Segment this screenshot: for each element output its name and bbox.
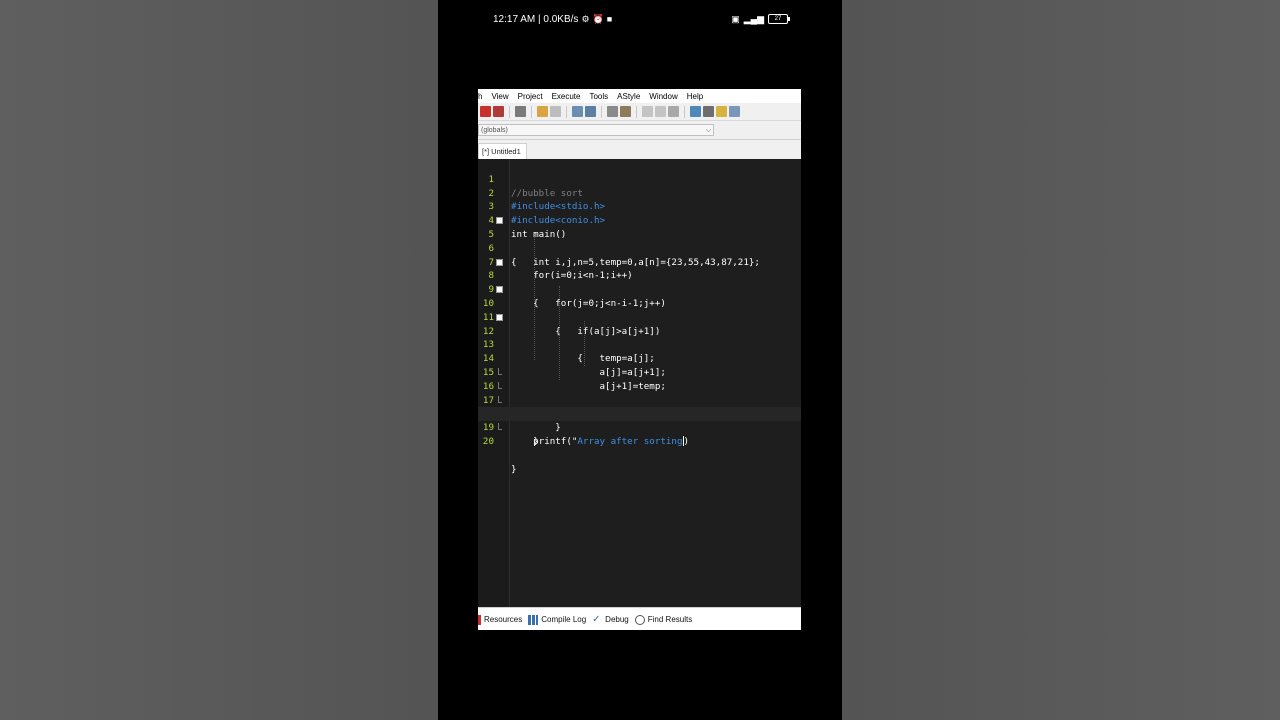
tab-compile-log[interactable]: Compile Log: [528, 614, 587, 625]
close-all-icon[interactable]: [493, 106, 504, 117]
toolbar-divider: [636, 105, 637, 118]
fold-toggle-icon[interactable]: [496, 313, 503, 321]
back-icon[interactable]: [642, 106, 653, 117]
new-project-icon[interactable]: [690, 106, 701, 117]
tab-untitled1[interactable]: [*] Untitled1: [478, 143, 527, 160]
fold-end-marker: [498, 423, 502, 431]
unindent-icon[interactable]: [620, 106, 631, 117]
tab-compile-log-label: Compile Log: [541, 615, 587, 624]
menu-bar: h View Project Execute Tools AStyle Wind…: [478, 89, 801, 103]
code-line: 4 int main(): [478, 200, 801, 240]
code-line: 11 if(a[j]>a[j+1]): [478, 297, 801, 337]
sim-icon: ▣: [731, 14, 740, 24]
fold-toggle-icon[interactable]: [496, 286, 503, 294]
fold-end-marker: [498, 395, 502, 403]
class-browser-icon[interactable]: [716, 106, 727, 117]
toolbar-divider: [601, 105, 602, 118]
battery-icon: 27: [768, 14, 790, 24]
code-line: 17 }: [478, 380, 801, 433]
tab-resources[interactable]: Resources: [478, 614, 523, 625]
code-line: 12 {: [478, 311, 801, 364]
code-line: 14 a[j]=a[j+1];: [478, 338, 801, 378]
fold-end-marker: [498, 368, 502, 375]
window-icon[interactable]: [703, 106, 714, 117]
editor-tab-bar: [*] Untitled1: [478, 140, 801, 161]
print-icon[interactable]: [515, 106, 526, 117]
close-file-icon[interactable]: [480, 106, 491, 117]
code-line: 18 }: [478, 394, 801, 447]
bookmark-icon[interactable]: [668, 106, 679, 117]
blurred-background-left: [0, 0, 438, 720]
string-literal: Array after sorting: [577, 435, 683, 447]
tab-debug-label: Debug: [605, 615, 629, 624]
search-icon: [634, 614, 645, 625]
toolbar-divider: [509, 105, 510, 118]
indent-icon[interactable]: [607, 106, 618, 117]
menu-item-astyle[interactable]: AStyle: [617, 92, 640, 101]
menu-item-tools[interactable]: Tools: [589, 92, 608, 101]
line-number: 20: [482, 435, 494, 447]
code-text: printf("Array after sorting): [511, 435, 689, 449]
code-editor[interactable]: 1 //bubble sort 2 #include<stdio.h> 3 #i…: [478, 159, 801, 607]
code-line: 3 #include<conio.h>: [478, 187, 801, 226]
resources-icon: [478, 614, 481, 625]
fold-end-marker: [498, 381, 502, 389]
layout-icon[interactable]: [729, 106, 740, 117]
tab-find-results-label: Find Results: [647, 615, 693, 624]
code-line: 7 for(i=0;i<n-1;i++): [478, 242, 801, 282]
toolbar-divider: [684, 105, 685, 118]
code-line: 1 //bubble sort: [478, 159, 801, 199]
current-code-line: 19 printf("Array after sorting): [478, 407, 801, 447]
blurred-background-right: [842, 0, 1280, 720]
menu-item-search[interactable]: h: [478, 92, 482, 101]
dev-cpp-window: h View Project Execute Tools AStyle Wind…: [478, 89, 801, 630]
alarm-icon: ⏰: [592, 14, 604, 24]
video-record-icon: ■: [606, 14, 613, 24]
code-text: }: [511, 463, 517, 475]
toolbar-divider: [531, 105, 532, 118]
redo-icon[interactable]: [550, 106, 561, 117]
chart-icon: [528, 614, 539, 625]
code-line: 8 {: [478, 256, 801, 309]
code-line: 2 #include<stdio.h>: [478, 173, 801, 213]
code-line: 13 temp=a[j];: [478, 325, 801, 364]
forward-icon[interactable]: [655, 106, 666, 117]
menu-item-execute[interactable]: Execute: [552, 92, 581, 101]
code-line: 5 {: [478, 214, 801, 268]
menu-item-view[interactable]: View: [491, 92, 508, 101]
code-line: 6 int i,j,n=5,temp=0,a[n]={23,55,43,87,2…: [478, 228, 801, 268]
scope-select-value: (globals): [481, 127, 508, 134]
replace-icon[interactable]: [585, 106, 596, 117]
phone-screen: 12:17 AM | 0.0KB/s ⚙ ⏰ ■ ▣ ▂▄▆ 27 h View…: [438, 0, 842, 720]
signal-icon: ▂▄▆: [743, 14, 764, 24]
code-line: 15 a[j+1]=temp;: [478, 352, 801, 392]
tab-find-results[interactable]: Find Results: [634, 614, 693, 625]
toolbar-divider: [566, 105, 567, 118]
check-icon: ✓: [592, 613, 601, 625]
code-line: 10 {: [478, 283, 801, 337]
closing-paren: ): [683, 435, 690, 447]
menu-item-project[interactable]: Project: [518, 92, 543, 101]
code-line: 16 }: [478, 366, 801, 419]
scope-bar: (globals) ⌵: [478, 121, 801, 140]
status-bar: 12:17 AM | 0.0KB/s ⚙ ⏰ ■ ▣ ▂▄▆ 27: [438, 10, 842, 28]
status-time: 12:17 AM | 0.0KB/s: [493, 13, 579, 25]
fold-toggle-icon[interactable]: [496, 217, 503, 225]
code-line: 20 }: [478, 421, 801, 475]
find-icon[interactable]: [572, 106, 583, 117]
chevron-down-icon[interactable]: ⌵: [706, 125, 711, 137]
bottom-panel-tabs: Resources Compile Log ✓ Debug Find Resul…: [478, 607, 801, 630]
tab-debug[interactable]: ✓ Debug: [592, 613, 629, 625]
fold-toggle-icon[interactable]: [496, 258, 503, 266]
network-icon: ⚙: [581, 14, 590, 24]
tab-resources-label: Resources: [484, 615, 523, 624]
menu-item-window[interactable]: Window: [649, 92, 677, 101]
menu-item-help[interactable]: Help: [687, 92, 703, 101]
undo-icon[interactable]: [537, 106, 548, 117]
toolbar: [478, 103, 801, 121]
code-line: 9 for(j=0;j<n-i-1;j++): [478, 269, 801, 309]
scope-select[interactable]: (globals) ⌵: [478, 124, 714, 136]
